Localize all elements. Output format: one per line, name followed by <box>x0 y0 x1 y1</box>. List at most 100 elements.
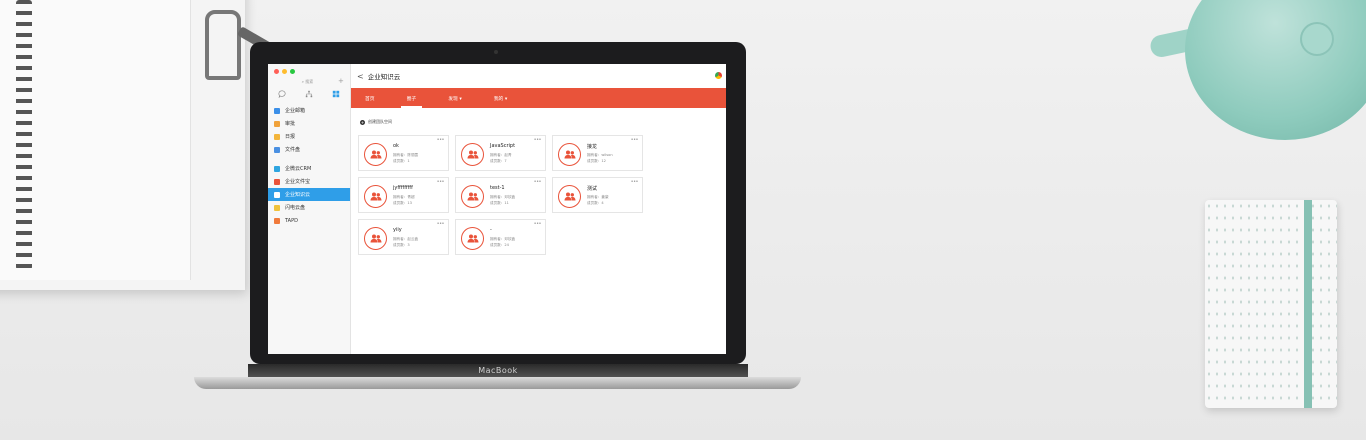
team-avatar <box>461 227 484 250</box>
sidebar-item-label: 审批 <box>285 121 296 127</box>
team-member-count: 成员数：1 <box>393 159 410 163</box>
more-icon[interactable]: ••• <box>437 137 445 143</box>
close-dot[interactable] <box>274 69 279 74</box>
team-member-count: 成员数：24 <box>490 243 509 247</box>
team-member-count: 成员数：13 <box>393 201 412 205</box>
team-owner: 拥有者：赵云鑫 <box>393 237 419 241</box>
apps-icon[interactable] <box>332 90 340 98</box>
sidebar-item-label: 日报 <box>285 134 296 140</box>
team-member-count: 成员数：7 <box>490 159 507 163</box>
more-icon[interactable]: ••• <box>437 179 445 185</box>
team-avatar <box>364 185 387 208</box>
teapot-lid <box>1300 22 1334 56</box>
team-owner: 拥有者：姜豪 <box>587 195 609 199</box>
tab-bar: 首页 圈子 发现 ▾ 我的 ▾ <box>351 88 726 108</box>
zoom-dot[interactable] <box>290 69 295 74</box>
team-space-card[interactable]: ••• 接龙 拥有者：wilson 成员数：12 <box>552 135 643 171</box>
group-icon <box>370 150 381 159</box>
create-team-space-button[interactable]: + 创建团队空间 <box>360 119 392 125</box>
notebook-spiral <box>16 0 32 270</box>
team-avatar <box>461 143 484 166</box>
chat-icon[interactable] <box>278 90 286 98</box>
team-name: yiiy <box>393 227 402 233</box>
search-placeholder: 搜索 <box>305 79 314 84</box>
report-icon <box>274 133 280 140</box>
tapd-icon <box>274 217 280 224</box>
team-space-card[interactable]: ••• 测试 拥有者：姜豪 成员数：4 <box>552 177 643 213</box>
sidebar-item[interactable]: TAPD <box>268 214 350 227</box>
laptop-base <box>194 377 801 389</box>
more-icon[interactable]: ••• <box>631 179 639 185</box>
team-space-card[interactable]: ••• test-1 拥有者：邓钦鑫 成员数：11 <box>455 177 546 213</box>
create-team-space-label: 创建团队空间 <box>368 119 392 124</box>
more-icon[interactable]: ••• <box>534 137 542 143</box>
team-avatar <box>558 143 581 166</box>
tab-item[interactable]: 圈子 <box>400 92 423 108</box>
team-avatar <box>364 143 387 166</box>
team-avatar <box>558 185 581 208</box>
team-avatar <box>364 227 387 250</box>
team-name: 接龙 <box>587 144 598 150</box>
team-space-card[interactable]: ••• JavaScript 拥有者：赵青 成员数：7 <box>455 135 546 171</box>
back-button[interactable]: < <box>357 72 364 81</box>
minimize-dot[interactable] <box>282 69 287 74</box>
team-name: 测试 <box>587 186 598 192</box>
more-icon[interactable]: ••• <box>437 221 445 227</box>
team-member-count: 成员数：11 <box>490 201 509 205</box>
team-name: - <box>490 227 492 233</box>
knowledge-icon <box>274 191 280 198</box>
sidebar-item-label: TAPD <box>285 217 298 224</box>
notebook-band <box>1304 200 1312 408</box>
team-name: JavaScript <box>490 143 516 149</box>
team-space-grid: ••• ok 拥有者：陈丽霞 成员数：1 ••• JavaScript 拥有者：赵青 成员数：… <box>358 135 648 255</box>
search-input[interactable]: ⌕ 搜索 <box>280 78 335 86</box>
binder-clip <box>205 10 241 80</box>
group-icon <box>467 234 478 243</box>
group-icon <box>370 192 381 201</box>
sidebar-menu: 企业邮箱审批日报文件盘企微云CRM 企业文件宝企业知识云闪电云盘 TAPD <box>268 104 350 227</box>
team-space-card[interactable]: ••• yiiy 拥有者：赵云鑫 成员数：3 <box>358 219 449 255</box>
sidebar-item[interactable]: 企业知识云 <box>268 188 350 201</box>
browser-icon[interactable] <box>715 72 722 79</box>
group-icon <box>467 192 478 201</box>
team-owner: 拥有者：陈丽霞 <box>393 153 419 157</box>
tab-item[interactable]: 我的 ▾ <box>488 92 514 105</box>
sidebar-item[interactable]: 文件盘 <box>268 143 350 156</box>
sidebar-item[interactable]: 企业邮箱 <box>268 104 350 117</box>
team-space-card[interactable]: ••• ok 拥有者：陈丽霞 成员数：1 <box>358 135 449 171</box>
window-controls <box>274 69 295 74</box>
approval-icon <box>274 120 280 127</box>
tab-item[interactable]: 首页 <box>359 92 381 105</box>
title-bar: < 企业知识云 <box>351 64 726 88</box>
plus-circle-icon: + <box>360 119 365 125</box>
sidebar-item[interactable]: 日报 <box>268 130 350 143</box>
team-member-count: 成员数：3 <box>393 243 410 247</box>
sidebar-item-label: 文件盘 <box>285 147 301 153</box>
team-space-card[interactable]: ••• - 拥有者：邓钦鑫 成员数：24 <box>455 219 546 255</box>
more-icon[interactable]: ••• <box>534 221 542 227</box>
page-title: 企业知识云 <box>367 73 401 81</box>
sidebar-item[interactable]: 企微云CRM <box>268 162 350 175</box>
team-owner: 拥有者：青超 <box>393 195 415 199</box>
sidebar-item-label: 闪电云盘 <box>285 205 306 211</box>
tab-item[interactable]: 发现 ▾ <box>442 92 468 105</box>
sidebar-item-label: 企业文件宝 <box>285 179 311 185</box>
team-name: ok <box>393 143 399 149</box>
more-icon[interactable]: ••• <box>631 137 639 143</box>
sidebar-item[interactable]: 企业文件宝 <box>268 175 350 188</box>
team-name: jyfffffffff <box>393 185 413 191</box>
group-icon <box>370 234 381 243</box>
team-space-card[interactable]: ••• jyfffffffff 拥有者：青超 成员数：13 <box>358 177 449 213</box>
main-panel: < 企业知识云 首页 圈子 发现 ▾ 我的 ▾ + 创建团队空间 ••• ok 拥有者：陈… <box>351 64 726 354</box>
group-icon <box>467 150 478 159</box>
sidebar-item[interactable]: 闪电云盘 <box>268 201 350 214</box>
file-box-icon <box>274 178 280 185</box>
sidebar-item-label: 企业知识云 <box>285 192 311 198</box>
org-icon[interactable] <box>305 90 313 98</box>
sidebar-item[interactable]: 审批 <box>268 117 350 130</box>
add-button[interactable]: + <box>338 77 344 85</box>
more-icon[interactable]: ••• <box>534 179 542 185</box>
team-name: test-1 <box>490 185 505 191</box>
file-icon <box>274 146 280 153</box>
mail-icon <box>274 107 280 114</box>
